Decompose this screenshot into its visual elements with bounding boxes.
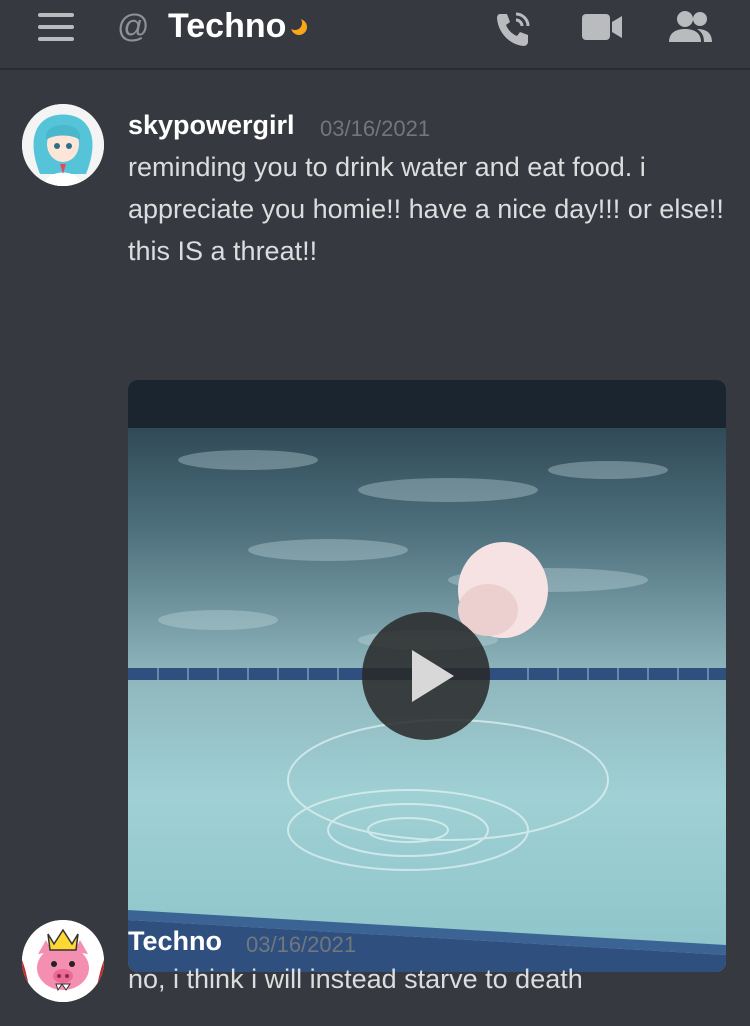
play-button[interactable] <box>362 612 490 740</box>
video-attachment[interactable] <box>128 380 726 972</box>
members-icon[interactable] <box>667 10 713 44</box>
hamburger-menu-icon[interactable] <box>38 13 76 43</box>
avatar[interactable] <box>22 104 104 186</box>
play-icon <box>412 650 454 702</box>
channel-title[interactable]: Techno <box>168 6 286 46</box>
message-content: no, i think i will instead starve to dea… <box>128 964 583 994</box>
message-timestamp: 03/16/2021 <box>320 116 431 141</box>
message-username[interactable]: Techno <box>128 924 222 958</box>
channel-header: @ Techno <box>0 0 750 70</box>
message-content: reminding you to drink water and eat foo… <box>128 152 724 266</box>
avatar[interactable] <box>22 920 104 1002</box>
video-camera-icon[interactable] <box>580 12 624 42</box>
moon-icon <box>288 16 307 35</box>
phone-call-icon[interactable] <box>492 8 534 50</box>
at-icon: @ <box>117 8 150 44</box>
message-username[interactable]: skypowergirl <box>128 108 295 142</box>
message-timestamp: 03/16/2021 <box>246 932 357 957</box>
